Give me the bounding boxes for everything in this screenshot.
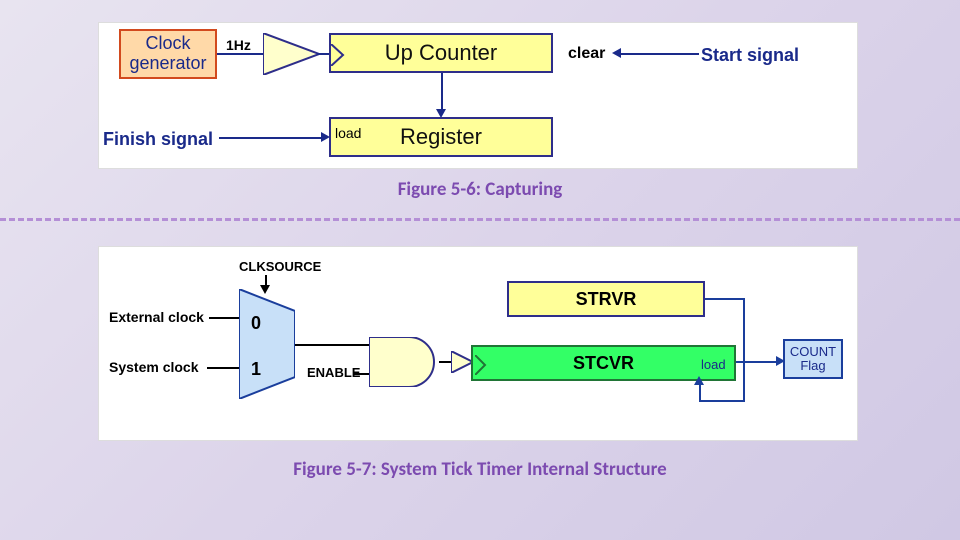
figure-5-7-caption: Figure 5-7: System Tick Timer Internal S…	[0, 458, 960, 481]
wire-sysclk	[207, 367, 243, 369]
stcvr-label: STCVR	[573, 353, 634, 374]
mux-input-1: 1	[251, 359, 261, 380]
strvr-block: STRVR	[507, 281, 705, 317]
wire-finish-to-register	[219, 137, 323, 139]
up-counter-block: Up Counter	[329, 33, 553, 73]
system-clock-label: System clock	[109, 359, 199, 375]
clksource-label: CLKSOURCE	[239, 259, 321, 274]
clock-generator-label: Clock generator	[121, 34, 215, 74]
clock-input-notch2-icon	[475, 355, 487, 375]
mux-input-0: 0	[251, 313, 261, 334]
register-label: Register	[400, 124, 482, 150]
wire-stcvr-to-flag	[736, 361, 778, 363]
stcvr-load-label: load	[701, 357, 726, 372]
buffer-icon	[263, 33, 319, 75]
clock-input-notch-icon	[331, 44, 345, 66]
wire-extclk	[209, 317, 243, 319]
arrow-finish-to-register	[321, 132, 330, 142]
wire-and-to-buf	[439, 361, 451, 363]
start-signal-label: Start signal	[701, 45, 799, 66]
count-flag-block: COUNT Flag	[783, 339, 843, 379]
wire-load-up	[699, 383, 701, 402]
figure-systick-panel: CLKSOURCE External clock System clock 0 …	[98, 246, 858, 441]
up-counter-label: Up Counter	[385, 40, 498, 66]
arrow-load-into-stcvr	[694, 376, 704, 385]
divider	[0, 218, 960, 221]
mux-block	[239, 289, 295, 399]
finish-signal-label: Finish signal	[103, 129, 213, 150]
figure-capturing-panel: Clock generator 1Hz Up Counter clear Sta…	[98, 22, 858, 169]
wire-start-to-counter	[619, 53, 699, 55]
figure-5-6-caption: Figure 5-6: Capturing	[0, 178, 960, 201]
wire-strvr-down	[743, 298, 745, 402]
freq-label: 1Hz	[226, 37, 251, 53]
wire-enable-to-and	[353, 373, 369, 375]
wire-counter-to-register	[441, 73, 443, 111]
external-clock-label: External clock	[109, 309, 204, 325]
wire-clk-to-buffer	[217, 53, 263, 55]
wire-strvr-to-load-h	[699, 400, 745, 402]
count-flag-label: COUNT Flag	[785, 345, 841, 374]
buffer2-icon	[451, 351, 473, 373]
clock-generator-block: Clock generator	[119, 29, 217, 79]
clear-label: clear	[568, 45, 605, 63]
load-label: load	[335, 125, 361, 141]
arrow-start-to-counter	[612, 48, 621, 58]
wire-strvr-right	[705, 298, 745, 300]
wire-mux-to-and	[295, 344, 369, 346]
and-gate-icon	[369, 337, 441, 387]
strvr-label: STRVR	[576, 289, 637, 310]
register-block: Register	[329, 117, 553, 157]
